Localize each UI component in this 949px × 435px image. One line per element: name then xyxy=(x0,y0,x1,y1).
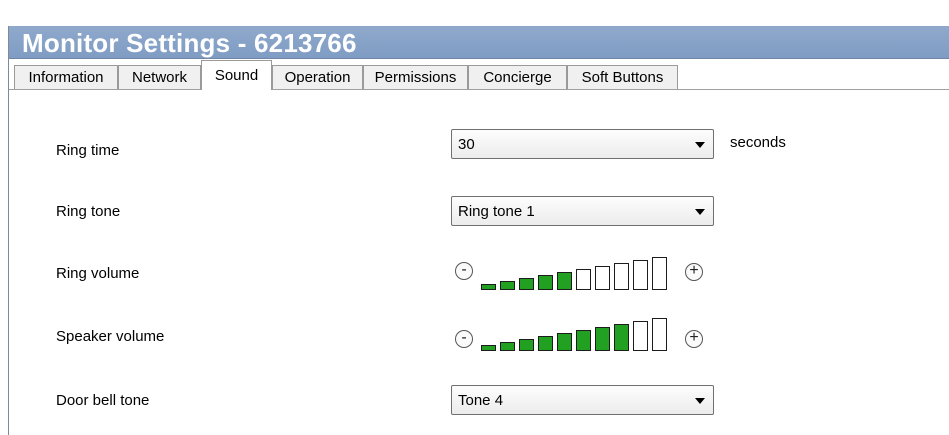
speaker-volume-bar-6[interactable] xyxy=(576,330,591,351)
door-bell-tone-label: Door bell tone xyxy=(56,392,150,409)
ring-volume-bar-2[interactable] xyxy=(500,281,515,290)
speaker-volume-bar-3[interactable] xyxy=(519,339,534,351)
speaker-volume-bar-4[interactable] xyxy=(538,336,553,351)
tab-concierge[interactable]: Concierge xyxy=(468,65,567,89)
ring-volume-bar-10[interactable] xyxy=(652,257,667,290)
background-strip xyxy=(0,0,949,26)
ring-volume-decrease-button[interactable]: - xyxy=(455,262,473,280)
ring-time-select[interactable]: 30 xyxy=(451,129,714,159)
door-bell-tone-select[interactable]: Tone 4 xyxy=(451,385,714,415)
speaker-volume-bar-5[interactable] xyxy=(557,333,572,351)
chevron-down-icon xyxy=(695,398,705,404)
ring-time-label: Ring time xyxy=(56,142,120,159)
speaker-volume-label: Speaker volume xyxy=(56,328,165,345)
chevron-down-icon xyxy=(695,142,705,148)
tab-information[interactable]: Information xyxy=(14,65,118,89)
speaker-volume-decrease-button[interactable]: - xyxy=(455,330,473,348)
ring-volume-bar-6[interactable] xyxy=(576,269,591,290)
speaker-volume-bar-10[interactable] xyxy=(652,318,667,351)
tab-sound[interactable]: Sound xyxy=(201,60,272,90)
speaker-volume-bar-9[interactable] xyxy=(633,321,648,351)
ring-volume-increase-button[interactable]: + xyxy=(685,263,703,281)
speaker-volume-increase-button[interactable]: + xyxy=(685,330,703,348)
ring-tone-select[interactable]: Ring tone 1 xyxy=(451,196,714,226)
window-titlebar: Monitor Settings - 6213766 xyxy=(9,26,949,59)
ring-volume-bar-1[interactable] xyxy=(481,284,496,290)
ring-volume-bar-4[interactable] xyxy=(538,275,553,290)
speaker-volume-bar-2[interactable] xyxy=(500,342,515,351)
speaker-volume-bar-7[interactable] xyxy=(595,327,610,351)
ring-volume-label: Ring volume xyxy=(56,265,140,282)
speaker-volume-meter[interactable] xyxy=(481,317,677,351)
ring-volume-bar-9[interactable] xyxy=(633,260,648,290)
tab-operation[interactable]: Operation xyxy=(272,65,363,89)
ring-time-value: 30 xyxy=(458,136,475,153)
ring-tone-label: Ring tone xyxy=(56,203,121,220)
speaker-volume-bar-8[interactable] xyxy=(614,324,629,351)
tab-network[interactable]: Network xyxy=(118,65,201,89)
ring-tone-value: Ring tone 1 xyxy=(458,203,535,220)
chevron-down-icon xyxy=(695,209,705,215)
tab-divider xyxy=(9,89,949,90)
ring-volume-bar-3[interactable] xyxy=(519,278,534,290)
ring-time-unit: seconds xyxy=(730,134,786,151)
speaker-volume-bar-1[interactable] xyxy=(481,345,496,351)
window-title: Monitor Settings - 6213766 xyxy=(22,28,357,58)
ring-volume-bar-8[interactable] xyxy=(614,263,629,290)
tab-soft-buttons[interactable]: Soft Buttons xyxy=(567,65,678,89)
tab-permissions[interactable]: Permissions xyxy=(363,65,468,89)
ring-volume-bar-5[interactable] xyxy=(557,272,572,290)
ring-volume-bar-7[interactable] xyxy=(595,266,610,290)
ring-volume-meter[interactable] xyxy=(481,256,677,290)
door-bell-tone-value: Tone 4 xyxy=(458,392,504,409)
